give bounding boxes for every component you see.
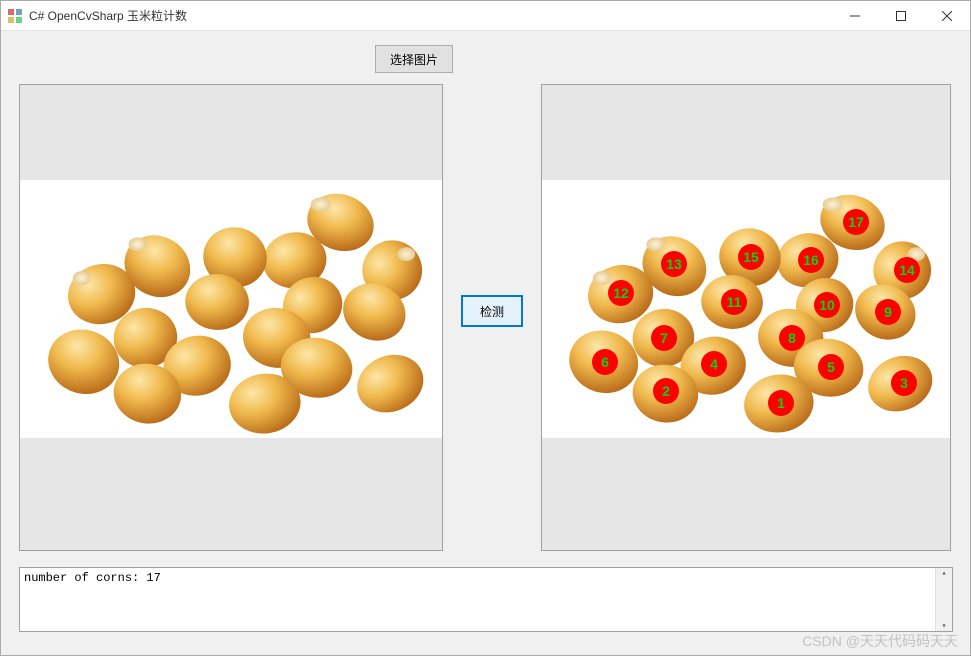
maximize-button[interactable] [878,1,924,30]
panel-letterbox-top [20,85,442,180]
count-marker: 17 [843,209,869,235]
detect-button[interactable]: 检测 [461,295,523,327]
titlebar-left: C# OpenCvSharp 玉米粒计数 [7,7,187,24]
count-marker: 15 [738,244,764,270]
count-marker: 7 [651,325,677,351]
count-marker: 13 [661,251,687,277]
count-marker: 14 [894,257,920,283]
count-marker: 3 [891,370,917,396]
count-marker: 8 [779,325,805,351]
panel-letterbox-top [542,85,950,180]
app-window: C# OpenCvSharp 玉米粒计数 选择图片 [0,0,971,656]
count-marker: 11 [721,289,747,315]
minimize-button[interactable] [832,1,878,30]
scroll-down-icon[interactable]: ▾ [942,621,947,631]
window-title: C# OpenCvSharp 玉米粒计数 [29,7,187,24]
output-text: number of corns: 17 [24,571,161,585]
titlebar: C# OpenCvSharp 玉米粒计数 [1,1,970,31]
count-marker: 9 [875,299,901,325]
output-textbox[interactable]: number of corns: 17 ▴ ▾ [19,567,953,632]
client-area: 选择图片 [1,31,970,655]
count-marker: 5 [818,354,844,380]
app-icon [7,8,23,24]
original-image [20,180,442,438]
count-marker: 16 [798,247,824,273]
count-marker: 1 [768,390,794,416]
count-marker: 12 [608,280,634,306]
count-marker: 2 [653,378,679,404]
count-marker: 4 [701,351,727,377]
window-controls [832,1,970,30]
scrollbar[interactable]: ▴ ▾ [935,568,952,631]
result-image: 1234567891011121314151617 [542,180,950,438]
original-image-panel [19,84,443,551]
watermark: CSDN @天天代码码天天 [802,631,958,651]
panel-letterbox-bottom [542,438,950,550]
close-button[interactable] [924,1,970,30]
scroll-up-icon[interactable]: ▴ [942,568,947,578]
select-image-button[interactable]: 选择图片 [375,45,453,73]
count-marker: 10 [814,292,840,318]
count-marker: 6 [592,349,618,375]
panel-letterbox-bottom [20,438,442,550]
result-image-panel: 1234567891011121314151617 [541,84,951,551]
